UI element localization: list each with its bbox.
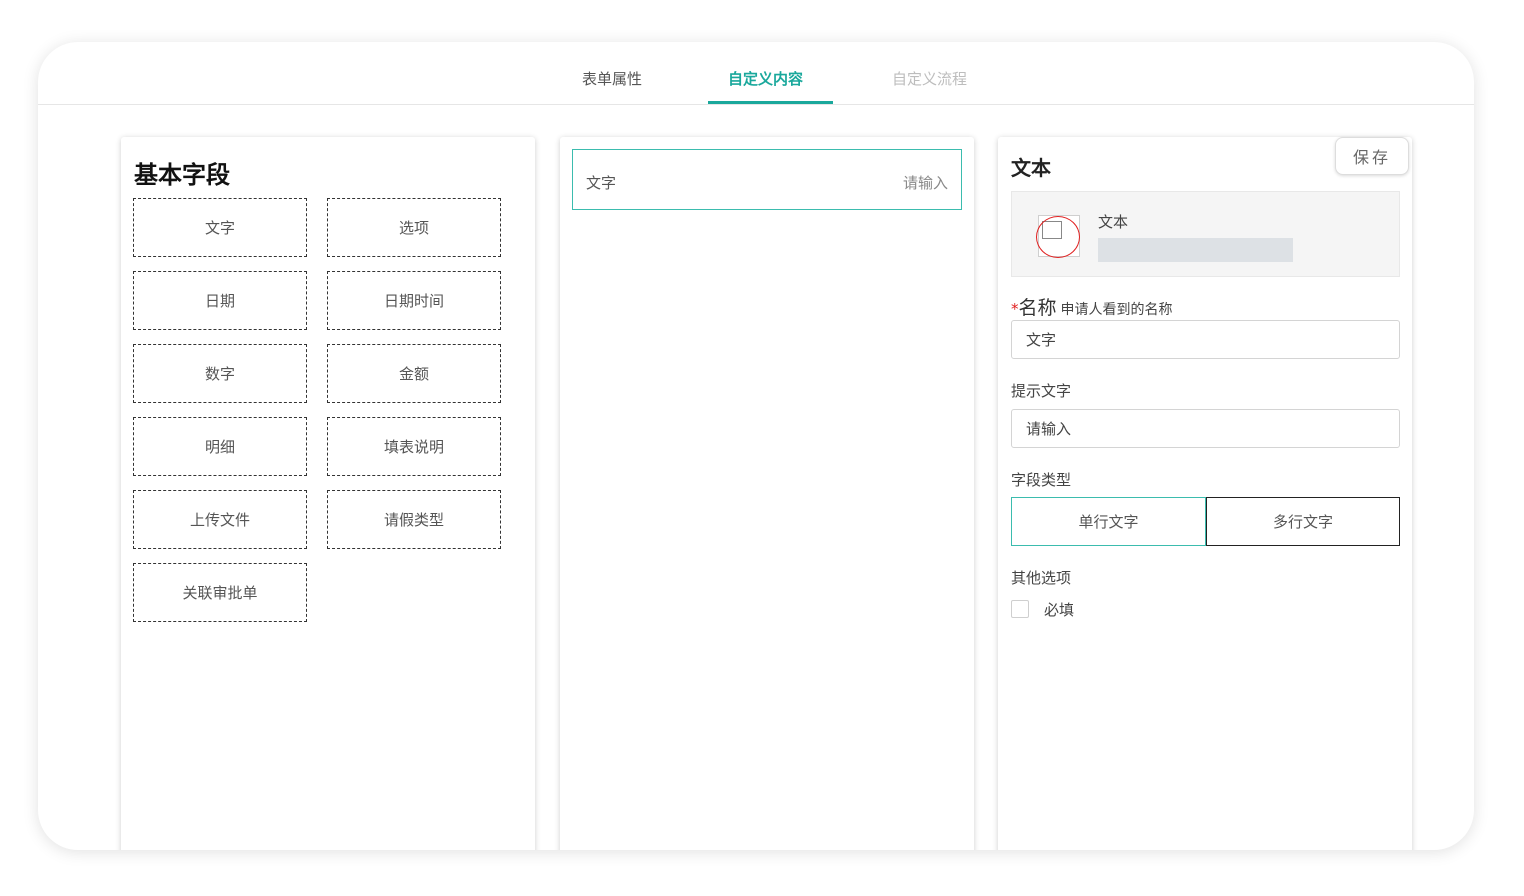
field-text[interactable]: 文字 — [133, 198, 307, 257]
tab-form-properties[interactable]: 表单属性 — [582, 68, 642, 89]
text-field-icon — [1036, 215, 1080, 258]
field-related-approval[interactable]: 关联审批单 — [133, 563, 307, 622]
field-number[interactable]: 数字 — [133, 344, 307, 403]
placeholder-input[interactable]: 请输入 — [1011, 409, 1400, 448]
basic-fields-title: 基本字段 — [134, 161, 230, 189]
field-date[interactable]: 日期 — [133, 271, 307, 330]
field-datetime[interactable]: 日期时间 — [327, 271, 501, 330]
tab-custom-process[interactable]: 自定义流程 — [892, 68, 967, 89]
save-button[interactable]: 保存 — [1335, 137, 1409, 175]
placeholder-label: 提示文字 — [1011, 382, 1072, 400]
active-tab-indicator — [708, 101, 833, 104]
name-label-row: *名称 申请人看到的名称 — [1011, 293, 1173, 320]
field-preview: 文本 — [1011, 191, 1400, 277]
other-options-label: 其他选项 — [1011, 569, 1072, 587]
basic-fields-panel: 基本字段 文字 选项 日期 日期时间 数字 金额 明细 填表说明 上传文件 请假… — [121, 137, 535, 850]
field-instructions[interactable]: 填表说明 — [327, 417, 501, 476]
tab-bar: 表单属性 自定义内容 自定义流程 — [38, 42, 1474, 105]
field-leave-type[interactable]: 请假类型 — [327, 490, 501, 549]
field-detail[interactable]: 明细 — [133, 417, 307, 476]
preview-label: 文本 — [1098, 213, 1129, 231]
required-mark: * — [1011, 300, 1019, 318]
field-type-label: 字段类型 — [1011, 471, 1072, 489]
required-checkbox[interactable] — [1011, 600, 1029, 618]
preview-input-placeholder — [1098, 238, 1293, 262]
field-option[interactable]: 选项 — [327, 198, 501, 257]
field-settings-panel: 文本 保存 文本 *名称 申请人看到的名称 文字 提示文字 请输入 字段类型 单行… — [998, 137, 1412, 850]
tab-custom-content[interactable]: 自定义内容 — [728, 68, 803, 89]
name-label: 名称 — [1018, 297, 1057, 319]
field-upload-file[interactable]: 上传文件 — [133, 490, 307, 549]
settings-title: 文本 — [1011, 156, 1051, 180]
canvas-field-label: 文字 — [586, 174, 617, 192]
name-input[interactable]: 文字 — [1011, 320, 1400, 359]
multi-line-option[interactable]: 多行文字 — [1206, 497, 1400, 546]
canvas-text-field[interactable]: 文字 请输入 — [572, 149, 962, 210]
app-frame: 表单属性 自定义内容 自定义流程 基本字段 文字 选项 日期 日期时间 数字 金… — [38, 42, 1474, 850]
single-line-option[interactable]: 单行文字 — [1011, 497, 1206, 546]
field-amount[interactable]: 金额 — [327, 344, 501, 403]
canvas-field-placeholder: 请输入 — [902, 174, 948, 192]
name-hint: 申请人看到的名称 — [1060, 302, 1173, 318]
required-checkbox-label: 必填 — [1044, 601, 1075, 619]
form-canvas-panel: 文字 请输入 — [560, 137, 974, 850]
